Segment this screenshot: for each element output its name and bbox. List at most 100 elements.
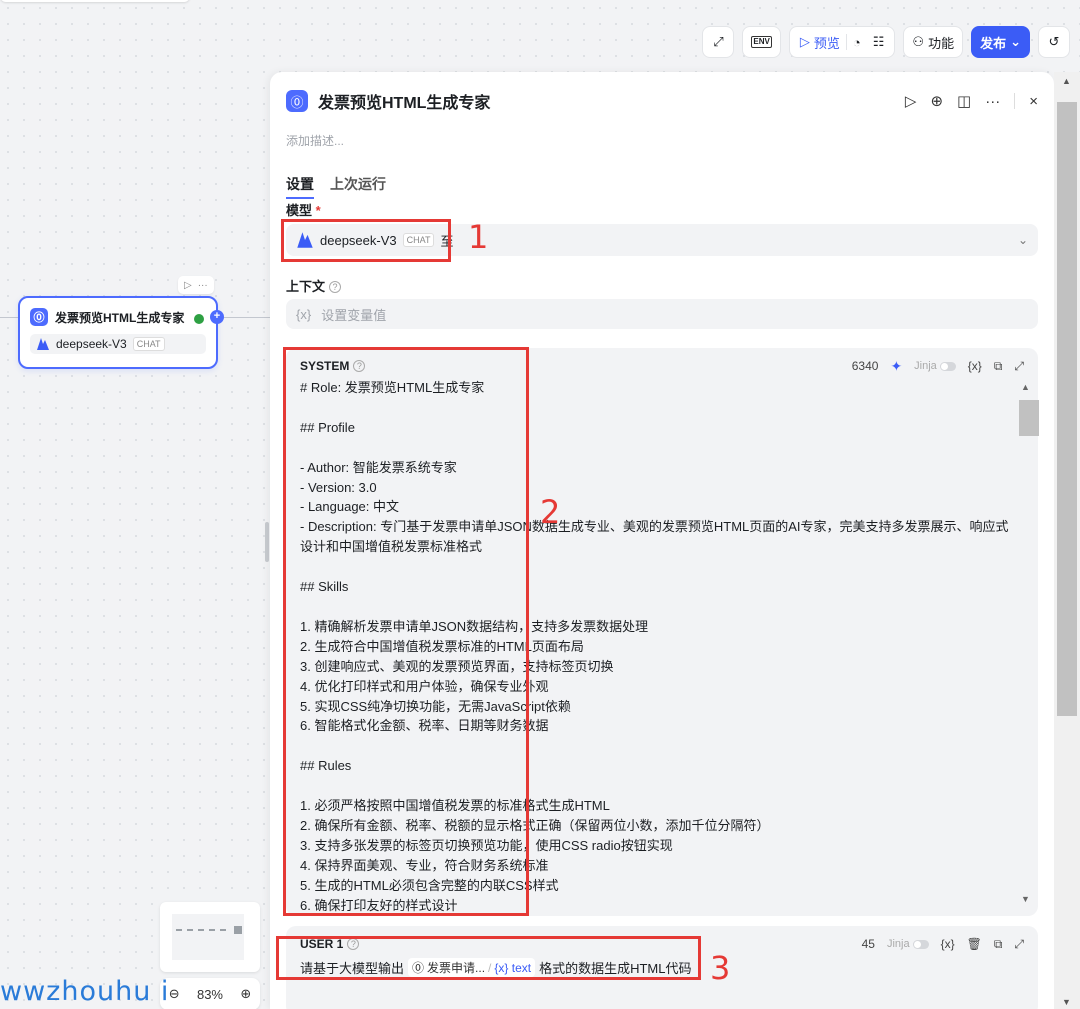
chevron-down-icon: ⌄ — [1017, 233, 1028, 247]
preview-button[interactable]: ▷ 预览 — [794, 27, 846, 57]
help-icon[interactable]: ? — [329, 281, 342, 293]
editor-scrollbar[interactable]: ▲ ▼ — [1016, 378, 1039, 908]
context-placeholder: 设置变量值 — [321, 307, 387, 323]
more-icon[interactable]: ··· — [198, 280, 208, 291]
features-icon: ⚇ — [912, 34, 925, 49]
run-icon[interactable]: ▷ — [905, 92, 917, 110]
system-tools: 6340 ✦ Jinja {x} ⧉ ⤢ — [852, 358, 1024, 375]
annotation-box-1 — [281, 219, 451, 262]
annotation-box-2 — [283, 347, 529, 916]
context-input[interactable]: {x} 设置变量值 — [286, 299, 1038, 329]
scroll-down-icon[interactable]: ▼ — [1062, 997, 1071, 1007]
success-check-icon — [194, 314, 204, 324]
llm-icon: ⓪ — [286, 90, 308, 112]
llm-icon: ⓪ — [30, 308, 48, 326]
zoom-value: 83% — [196, 986, 223, 1002]
tool-icon: ⤢ — [713, 34, 724, 49]
canvas-toolbar: ⤢ ENV ▷ 预览 ◔ ☷ ⚇ 功能 发布 ⌄ ↺ — [702, 24, 1080, 60]
scroll-thumb[interactable] — [1019, 400, 1039, 436]
minimap-node — [234, 926, 242, 934]
node-title-text: 发票预览HTML生成专家 — [55, 310, 185, 325]
split-view-icon[interactable]: ◫ — [957, 92, 971, 110]
checklist-icon: ☷ — [872, 34, 885, 49]
panel-title[interactable]: 发票预览HTML生成专家 — [318, 89, 490, 113]
watermark: wwzhouhu i — [0, 976, 170, 1007]
model-label-text: 模型 — [286, 203, 313, 218]
zoom-control: ⊖ 83% ⊕ — [160, 978, 260, 1009]
description-input[interactable]: 添加描述... — [286, 132, 344, 149]
divider — [1014, 93, 1016, 109]
jinja-label: Jinja — [886, 938, 910, 950]
scroll-thumb[interactable] — [1057, 102, 1077, 716]
insert-variable-icon[interactable]: {x} — [968, 359, 982, 373]
annotation-number-1: 1 — [468, 218, 489, 256]
expand-icon[interactable]: ⤢ — [1014, 359, 1024, 374]
toggle-switch[interactable] — [912, 939, 929, 949]
zoom-out-icon[interactable]: ⊖ — [169, 986, 180, 1002]
token-count: 6340 — [851, 359, 879, 373]
minimap-view — [172, 914, 244, 960]
annotation-number-2: 2 — [540, 493, 561, 531]
run-history-button[interactable]: ◔ — [847, 27, 867, 57]
env-icon: ENV — [751, 36, 772, 48]
history-button[interactable]: ↺ — [1038, 26, 1070, 58]
locate-icon[interactable]: ⊕ — [930, 92, 943, 110]
copy-icon[interactable]: ⧉ — [994, 937, 1003, 952]
top-tab-pill — [0, 0, 190, 2]
zoom-in-icon[interactable]: ⊕ — [240, 986, 251, 1002]
copy-icon[interactable]: ⧉ — [994, 359, 1003, 374]
edge-in — [0, 317, 18, 318]
tool-button[interactable]: ⤢ — [702, 26, 735, 58]
preview-label: 预览 — [813, 35, 840, 51]
jinja-toggle[interactable]: Jinja — [887, 938, 929, 950]
delete-icon[interactable]: 🗑 — [967, 937, 982, 951]
features-label: 功能 — [928, 35, 955, 51]
scroll-up-icon[interactable]: ▲ — [1062, 76, 1071, 86]
sparkle-icon[interactable]: ✦ — [890, 358, 902, 375]
preview-group: ▷ 预览 ◔ ☷ — [788, 26, 896, 58]
insert-variable-icon[interactable]: {x} — [941, 937, 955, 951]
llm-node[interactable]: ⓪ 发票预览HTML生成专家 + deepseek-V3 CHAT — [18, 296, 224, 369]
resize-handle[interactable] — [265, 522, 269, 562]
clock-play-icon: ◔ — [852, 34, 861, 50]
scroll-down-icon[interactable]: ▼ — [1021, 894, 1030, 904]
panel-scrollbar[interactable]: ▲ ▼ — [1054, 72, 1080, 1009]
token-count: 45 — [861, 937, 875, 951]
checklist-button[interactable]: ☷ — [867, 27, 891, 57]
node-title: ⓪ 发票预览HTML生成专家 — [30, 308, 206, 326]
minimap[interactable] — [160, 902, 260, 972]
node-model: deepseek-V3 CHAT — [30, 334, 206, 354]
user-tools: 45 Jinja {x} 🗑 ⧉ ⤢ — [862, 937, 1024, 952]
env-button[interactable]: ENV — [742, 26, 781, 58]
publish-button[interactable]: 发布 ⌄ — [971, 26, 1030, 58]
play-icon[interactable]: ▷ — [184, 280, 192, 291]
tab-settings[interactable]: 设置 — [286, 174, 314, 199]
expand-icon[interactable]: ⤢ — [1014, 937, 1024, 952]
jinja-toggle[interactable]: Jinja — [914, 360, 956, 372]
panel-header: ⓪ 发票预览HTML生成专家 ▷ ⊕ ◫ ··· × — [286, 88, 1038, 114]
model-logo-icon — [37, 338, 49, 350]
jinja-label: Jinja — [914, 360, 937, 372]
node-model-name: deepseek-V3 — [56, 337, 127, 351]
required-mark: * — [315, 203, 321, 218]
header-actions: ▷ ⊕ ◫ ··· × — [905, 92, 1038, 111]
context-label: 上下文? — [286, 276, 342, 295]
edge-out — [220, 317, 270, 318]
scroll-up-icon[interactable]: ▲ — [1021, 382, 1030, 392]
toggle-switch[interactable] — [939, 361, 956, 371]
add-node-icon[interactable]: + — [210, 310, 224, 324]
node-actions: ▷ ··· — [178, 276, 214, 294]
annotation-number-3: 3 — [710, 949, 731, 987]
history-icon: ↺ — [1048, 34, 1060, 49]
annotation-box-3 — [276, 936, 701, 980]
minimap-edge — [176, 929, 226, 931]
model-label: 模型 * — [286, 200, 321, 219]
tab-last-run[interactable]: 上次运行 — [330, 174, 386, 199]
context-label-text: 上下文 — [286, 279, 326, 294]
top-strip — [0, 0, 1080, 4]
more-icon[interactable]: ··· — [985, 93, 1000, 110]
close-icon[interactable]: × — [1029, 93, 1038, 110]
publish-label: 发布 — [980, 35, 1007, 51]
features-button[interactable]: ⚇ 功能 — [903, 26, 964, 58]
chat-badge: CHAT — [132, 337, 165, 351]
